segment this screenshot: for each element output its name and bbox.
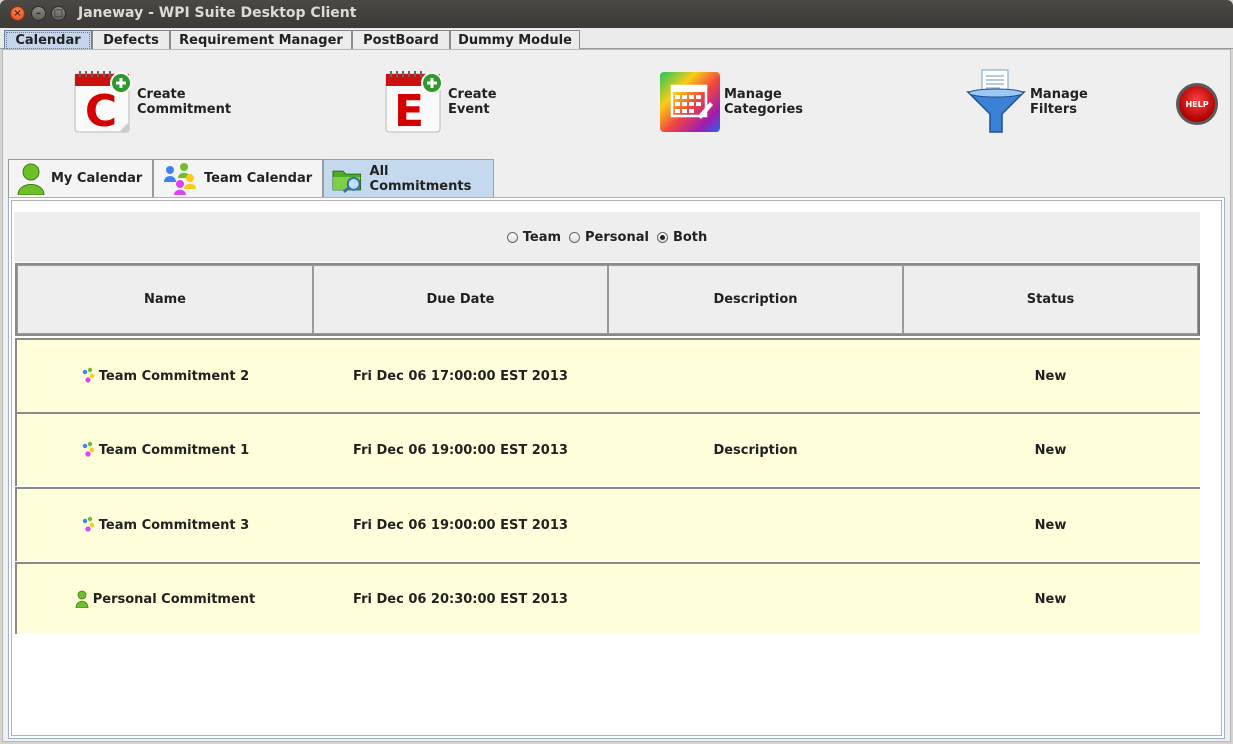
team-icon [82,441,94,457]
create-commitment-button[interactable]: C Create Commitment [73,70,231,134]
tab-calendar[interactable]: Calendar [4,30,92,49]
row-status-cell: New [1034,368,1067,384]
title-bar: × – □ Janeway - WPI Suite Desktop Client [0,0,1233,28]
person-icon [75,590,89,608]
tab-all-commitments[interactable]: All Commitments [323,159,494,197]
table-row[interactable]: Team Commitment 2 Fri Dec 06 17:00:00 ES… [15,338,1200,412]
team-icon [82,367,94,383]
tab-dummy-module[interactable]: Dummy Module [450,30,580,49]
team-icon [164,162,196,195]
person-icon [17,163,45,195]
row-due-cell: Fri Dec 06 20:30:00 EST 2013 [353,591,568,607]
row-due-cell: Fri Dec 06 19:00:00 EST 2013 [353,517,568,533]
row-description-cell: Description [713,442,798,458]
calendar-e-plus-icon: E [385,71,443,134]
tab-requirement-manager[interactable]: Requirement Manager [170,30,352,49]
tab-my-calendar[interactable]: My Calendar [8,159,153,197]
help-button[interactable]: HELP [1176,83,1218,125]
folder-search-icon [332,170,362,193]
column-header-name[interactable]: Name [17,265,313,334]
row-due-cell: Fri Dec 06 17:00:00 EST 2013 [353,368,568,384]
window-title: Janeway - WPI Suite Desktop Client [78,5,357,21]
row-status-cell: New [1034,517,1067,533]
funnel-icon [966,69,1026,133]
row-status-cell: New [1034,442,1067,458]
column-header-status[interactable]: Status [903,265,1198,334]
commitment-filter: Team Personal Both [14,212,1200,262]
table-row[interactable]: Team Commitment 3 Fri Dec 06 19:00:00 ES… [15,487,1200,561]
create-event-button[interactable]: E Create Event [384,70,497,134]
svg-text:C: C [85,86,117,134]
table-header: Name Due Date Description Status [15,263,1200,336]
minimize-window-button[interactable]: – [31,6,46,21]
table-row[interactable]: Team Commitment 1 Fri Dec 06 19:00:00 ES… [15,412,1200,486]
create-event-label: Create Event [448,87,497,117]
tab-postboard[interactable]: PostBoard [352,30,450,49]
close-window-button[interactable]: × [10,6,25,21]
table-row[interactable]: Personal Commitment Fri Dec 06 20:30:00 … [15,562,1200,634]
rainbow-calendar-icon [660,72,720,132]
maximize-icon: □ [53,7,64,19]
minimize-icon: – [36,7,41,19]
maximize-window-button[interactable]: □ [51,6,66,21]
module-tab-strip: Calendar Defects Requirement Manager Pos… [0,28,1233,49]
column-header-description[interactable]: Description [608,265,903,334]
manage-filters-label: Manage Filters [1030,87,1088,117]
radio-team[interactable]: Team [506,230,561,245]
radio-personal[interactable]: Personal [569,230,649,245]
row-name-cell: Team Commitment 1 [17,441,313,459]
close-icon: × [13,7,22,19]
manage-filters-button[interactable]: Manage Filters [966,68,1088,136]
radio-both-indicator [656,231,668,243]
radio-team-indicator [506,231,518,243]
row-name-cell: Team Commitment 3 [17,516,313,534]
tab-my-calendar-label: My Calendar [51,171,143,186]
calendar-c-plus-icon: C [74,71,132,134]
manage-categories-button[interactable]: Manage Categories [660,72,803,132]
manage-categories-label: Manage Categories [724,87,804,117]
team-icon [82,516,94,532]
radio-personal-indicator [569,231,581,243]
row-name-cell: Personal Commitment [17,590,313,608]
column-header-due-date[interactable]: Due Date [313,265,608,334]
row-name-cell: Team Commitment 2 [17,367,313,385]
create-commitment-label: Create Commitment [137,87,232,117]
tab-defects[interactable]: Defects [92,30,170,49]
row-due-cell: Fri Dec 06 19:00:00 EST 2013 [353,442,568,458]
radio-both[interactable]: Both [656,230,707,245]
tab-all-commitments-label: All Commitments [369,163,472,194]
tab-team-calendar[interactable]: Team Calendar [153,159,323,197]
help-icon-label: HELP [1185,99,1209,109]
svg-text:E: E [394,86,424,134]
tab-team-calendar-label: Team Calendar [204,171,313,186]
row-status-cell: New [1034,591,1067,607]
